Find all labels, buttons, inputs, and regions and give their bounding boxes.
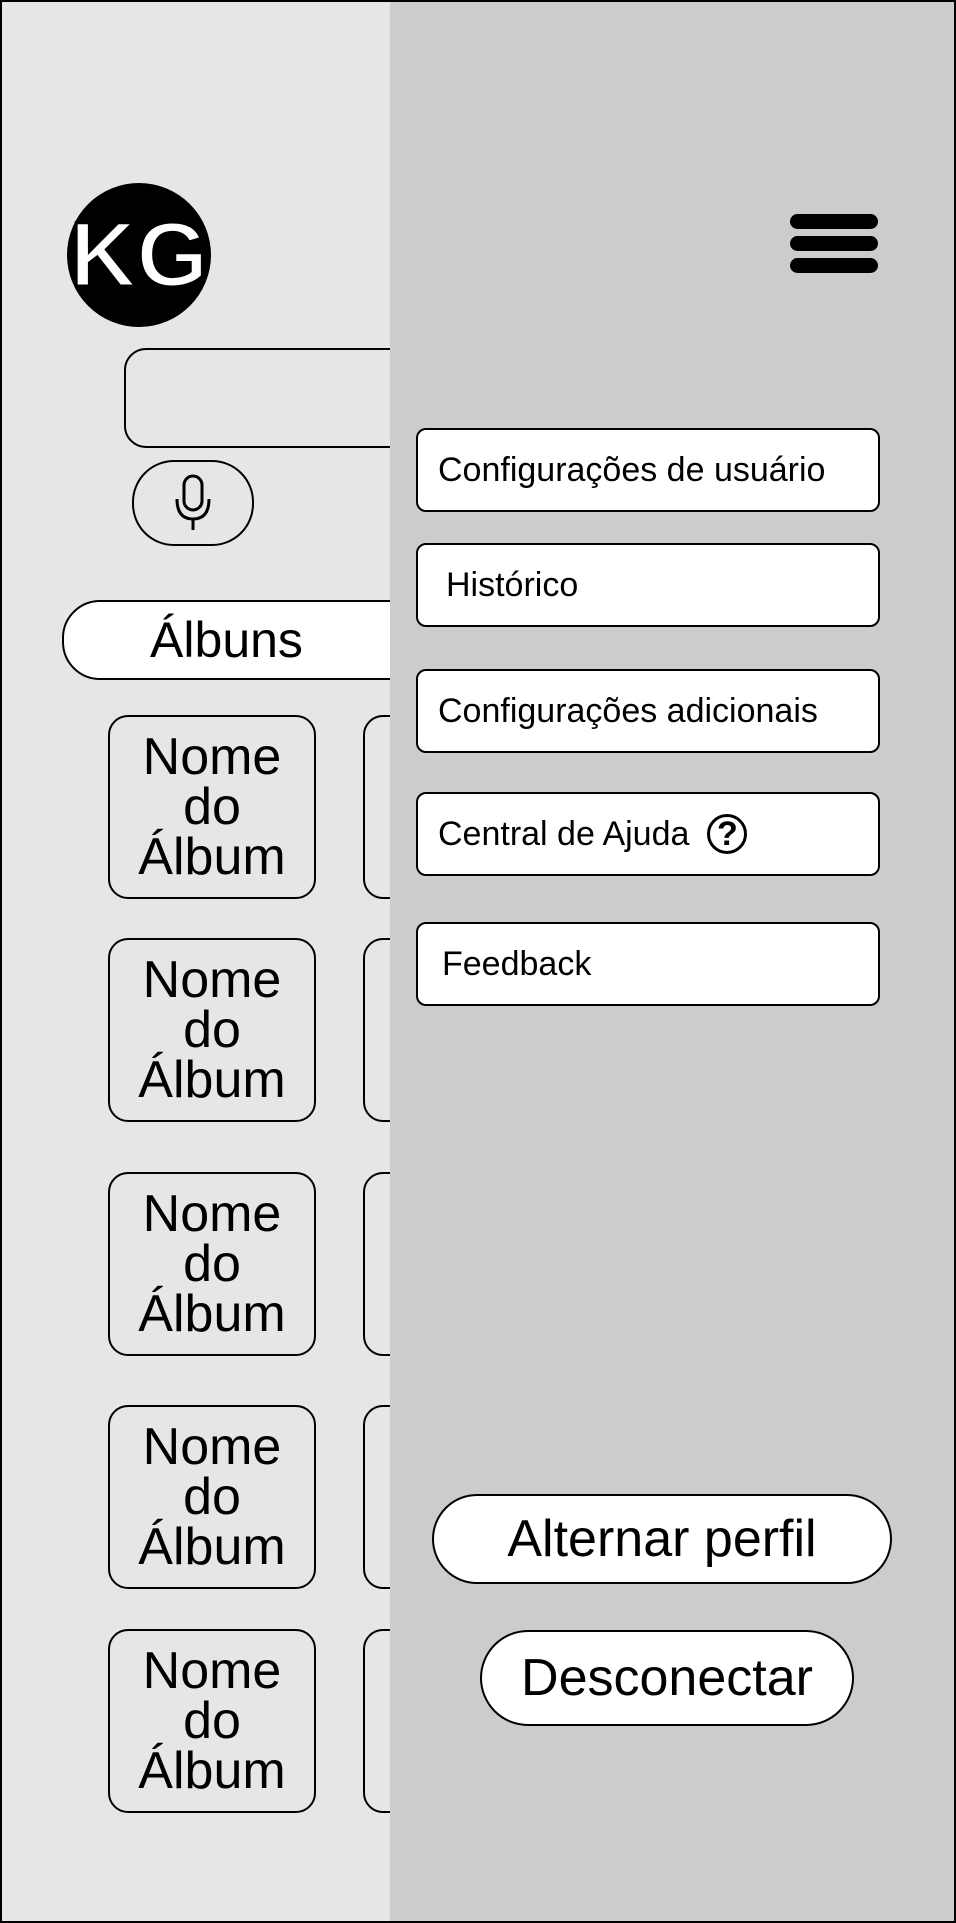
menu-item-label: Histórico — [446, 565, 579, 604]
menu-item-label: Configurações de usuário — [438, 450, 826, 489]
logo-lettering: KG — [70, 204, 208, 306]
microphone-button[interactable] — [132, 460, 254, 546]
albums-section-label: Álbuns — [150, 612, 303, 668]
hamburger-menu-icon[interactable] — [790, 212, 882, 280]
kg-logo: KG — [67, 183, 211, 327]
menu-item-user-settings[interactable]: Configurações de usuário — [416, 428, 880, 512]
menu-bar — [790, 214, 878, 229]
help-circle-icon: ? — [707, 814, 748, 854]
album-name: Nome do Álbum — [138, 1642, 286, 1800]
albums-section-tab[interactable]: Álbuns — [62, 600, 426, 680]
menu-bar — [790, 258, 878, 273]
app-frame: KG Álbuns Nome do Álbum Nome do Álbum No… — [0, 0, 956, 1923]
menu-item-help-center[interactable]: Central de Ajuda ? — [416, 792, 880, 876]
switch-profile-button[interactable]: Alternar perfil — [432, 1494, 892, 1584]
microphone-icon — [175, 474, 211, 530]
album-name: Nome do Álbum — [138, 951, 286, 1109]
album-name: Nome do Álbum — [138, 728, 286, 886]
logout-button[interactable]: Desconectar — [480, 1630, 854, 1726]
menu-bar — [790, 236, 878, 251]
album-card[interactable]: Nome do Álbum — [108, 1172, 316, 1356]
album-card[interactable]: Nome do Álbum — [108, 938, 316, 1122]
album-card[interactable]: Nome do Álbum — [108, 715, 316, 899]
menu-item-label: Central de Ajuda — [438, 814, 690, 853]
menu-item-label: Configurações adicionais — [438, 691, 818, 730]
switch-profile-label: Alternar perfil — [507, 1510, 817, 1568]
album-name: Nome do Álbum — [138, 1185, 286, 1343]
side-drawer: Configurações de usuário Histórico Confi… — [390, 2, 954, 1921]
menu-item-additional-settings[interactable]: Configurações adicionais — [416, 669, 880, 753]
album-card[interactable]: Nome do Álbum — [108, 1405, 316, 1589]
menu-item-label: Feedback — [442, 944, 592, 983]
menu-item-history[interactable]: Histórico — [416, 543, 880, 627]
album-name: Nome do Álbum — [138, 1418, 286, 1576]
menu-item-feedback[interactable]: Feedback — [416, 922, 880, 1006]
logout-label: Desconectar — [521, 1649, 813, 1707]
main-content: KG Álbuns Nome do Álbum Nome do Álbum No… — [2, 2, 428, 1921]
album-card[interactable]: Nome do Álbum — [108, 1629, 316, 1813]
search-input[interactable] — [124, 348, 428, 448]
